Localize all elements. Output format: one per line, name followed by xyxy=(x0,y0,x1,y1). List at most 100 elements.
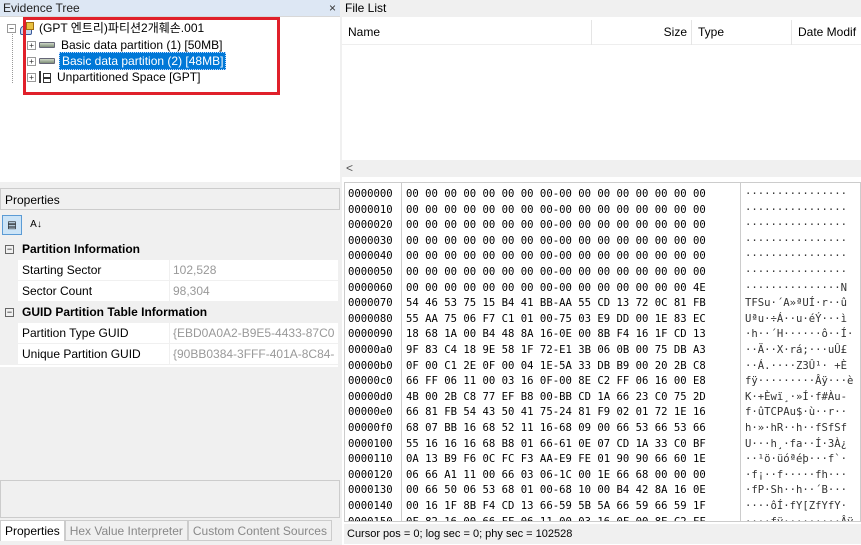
hex-ascii[interactable]: ················ xyxy=(745,234,847,250)
hex-ascii[interactable]: ··Á.····Z3Û¹· +È xyxy=(745,359,847,375)
hex-ascii[interactable]: ····fÿ·········Âÿ xyxy=(745,515,853,521)
tree-connector xyxy=(12,31,13,83)
hex-offset: 0000050 xyxy=(348,266,393,278)
properties-toolbar: ▤ A↓ xyxy=(0,212,340,238)
hex-bytes[interactable]: 9F 83 C4 18 9E 58 1F 72-E1 3B 06 0B 00 7… xyxy=(406,343,706,359)
hex-bytes[interactable]: 66 81 FB 54 43 50 41 75-24 81 F9 02 01 7… xyxy=(406,405,706,421)
evidence-tree-title: Evidence Tree xyxy=(3,1,80,15)
hex-bytes[interactable]: 00 66 50 06 53 68 01 00-68 10 00 B4 42 8… xyxy=(406,483,706,499)
hex-ascii[interactable]: ················ xyxy=(745,218,847,234)
hex-offset: 0000100 xyxy=(348,437,393,450)
evidence-tree-title-bar: Evidence Tree × xyxy=(0,0,340,17)
hex-bytes[interactable]: 00 00 00 00 00 00 00 00-00 00 00 00 00 0… xyxy=(406,249,706,265)
hex-ascii[interactable]: ················ xyxy=(745,249,847,265)
hex-bytes[interactable]: 54 46 53 75 15 B4 41 BB-AA 55 CD 13 72 0… xyxy=(406,296,706,312)
hex-row: 00000c0 66 FF 06 11 00 03 16 0F-00 8E C2 … xyxy=(345,374,860,390)
hex-offset: 00000b0 xyxy=(348,359,393,372)
hex-bytes[interactable]: 4B 00 2B C8 77 EF B8 00-BB CD 1A 66 23 C… xyxy=(406,390,706,406)
tab-properties[interactable]: Properties xyxy=(0,520,65,541)
hex-ascii[interactable]: ··Ä··X·rá;···uÛ£ xyxy=(745,343,847,359)
hex-row: 0000010 00 00 00 00 00 00 00 00-00 00 00 … xyxy=(345,203,860,219)
hex-bytes[interactable]: 0F 00 C1 2E 0F 00 04 1E-5A 33 DB B9 00 2… xyxy=(406,359,706,375)
categorized-view-icon[interactable]: ▤ xyxy=(2,215,22,235)
hex-bytes[interactable]: 00 00 00 00 00 00 00 00-00 00 00 00 00 0… xyxy=(406,234,706,250)
property-row[interactable]: Sector Count 98,304 xyxy=(0,281,338,302)
file-list-body[interactable] xyxy=(342,45,861,157)
property-value: 102,528 xyxy=(173,263,217,277)
hex-offset: 0000130 xyxy=(348,484,393,497)
red-highlight-annotation xyxy=(23,17,280,95)
hex-ascii[interactable]: ················ xyxy=(745,265,847,281)
collapse-icon[interactable]: − xyxy=(5,245,14,254)
column-header-size[interactable]: Size xyxy=(592,20,692,45)
close-icon[interactable]: × xyxy=(329,0,336,16)
hex-row: 00000a0 9F 83 C4 18 9E 58 1F 72-E1 3B 06 … xyxy=(345,343,860,359)
hex-row: 0000070 54 46 53 75 15 B4 41 BB-AA 55 CD … xyxy=(345,296,860,312)
hex-bytes[interactable]: 0A 13 B9 F6 0C FC F3 AA-E9 FE 01 90 90 6… xyxy=(406,452,706,468)
hex-offset: 0000040 xyxy=(348,250,393,263)
category-gpt-information[interactable]: − GUID Partition Table Information xyxy=(0,302,338,323)
collapse-icon[interactable]: − xyxy=(7,23,16,33)
hex-bytes[interactable]: 00 00 00 00 00 00 00 00-00 00 00 00 00 0… xyxy=(406,265,706,281)
hex-bytes[interactable]: 66 FF 06 11 00 03 16 0F-00 8E C2 FF 06 1… xyxy=(406,374,706,390)
file-list-header: Name Size Type Date Modif xyxy=(342,20,861,45)
hex-row: 0000020 00 00 00 00 00 00 00 00-00 00 00 … xyxy=(345,218,860,234)
property-grid: − Partition Information Starting Sector … xyxy=(0,239,338,367)
hex-ascii[interactable]: ····ôÍ·fY[ZfYfY· xyxy=(745,499,847,515)
scroll-left-icon[interactable]: < xyxy=(346,160,353,176)
alphabetical-sort-icon[interactable]: A↓ xyxy=(26,215,46,235)
hex-bytes[interactable]: 00 00 00 00 00 00 00 00-00 00 00 00 00 0… xyxy=(406,203,706,219)
hex-ascii[interactable]: ·f¡··f·····fh··· xyxy=(745,468,847,484)
hex-ascii[interactable]: ··¹ö·üóªéþ···f`· xyxy=(745,452,847,468)
hex-ascii[interactable]: ················ xyxy=(745,203,847,219)
hex-offset: 0000090 xyxy=(348,328,393,341)
collapse-icon[interactable]: − xyxy=(5,308,14,317)
left-pane: Evidence Tree × − (GPT 엔트리)파티션2개훼손.001 +… xyxy=(0,0,340,545)
tab-hex-value-interpreter[interactable]: Hex Value Interpreter xyxy=(64,520,188,541)
hex-row: 0000050 00 00 00 00 00 00 00 00-00 00 00 … xyxy=(345,265,860,281)
hex-ascii[interactable]: ·h··´H······ô··Í· xyxy=(745,327,853,343)
column-header-date-modified[interactable]: Date Modif xyxy=(792,20,861,45)
hex-ascii[interactable]: fÿ·········Âÿ···è xyxy=(745,374,853,390)
hex-viewer[interactable]: 0000000 00 00 00 00 00 00 00 00-00 00 00 … xyxy=(344,182,861,522)
hex-ascii[interactable]: ···············N xyxy=(745,281,847,297)
column-header-type[interactable]: Type xyxy=(692,20,792,45)
tab-custom-content-sources[interactable]: Custom Content Sources xyxy=(187,520,332,541)
hex-offset: 0000140 xyxy=(348,500,393,512)
hex-ascii[interactable]: Uªu·÷Á··u·éÝ···ì xyxy=(745,312,847,328)
hex-bytes[interactable]: 0F 82 16 00 66 FF 06 11-00 03 16 0F 00 8… xyxy=(406,515,706,521)
hex-bytes[interactable]: 06 66 A1 11 00 66 03 06-1C 00 1E 66 68 0… xyxy=(406,468,706,484)
property-row[interactable]: Partition Type GUID {EBD0A0A2-B9E5-4433-… xyxy=(0,323,338,344)
property-description-pane xyxy=(0,480,340,518)
category-label: Partition Information xyxy=(22,242,140,256)
hex-row: 0000130 00 66 50 06 53 68 01 00-68 10 00 … xyxy=(345,483,860,499)
hex-bytes[interactable]: 00 00 00 00 00 00 00 00-00 00 00 00 00 0… xyxy=(406,281,706,297)
property-row[interactable]: Starting Sector 102,528 xyxy=(0,260,338,281)
hex-offset: 0000060 xyxy=(348,281,393,294)
column-header-name[interactable]: Name xyxy=(342,20,592,45)
hex-ascii[interactable]: h·»·hR··h··fSfSf xyxy=(745,421,847,437)
hex-ascii[interactable]: TFSu·´A»ªUÍ·r··û xyxy=(745,296,847,312)
hex-bytes[interactable]: 68 07 BB 16 68 52 11 16-68 09 00 66 53 6… xyxy=(406,421,706,437)
hex-ascii[interactable]: f·ûTCPAu$·ù··r·· xyxy=(745,405,847,421)
hex-offset: 0000120 xyxy=(348,468,393,481)
hex-bytes[interactable]: 55 16 16 16 68 B8 01 66-61 0E 07 CD 1A 3… xyxy=(406,437,706,453)
horizontal-scrollbar[interactable]: < xyxy=(342,160,861,177)
hex-ascii[interactable]: ················ xyxy=(745,187,847,203)
hex-ascii[interactable]: U···h¸·fa··Í·3À¿ xyxy=(745,437,847,453)
row-gutter xyxy=(0,344,18,364)
hex-bytes[interactable]: 00 00 00 00 00 00 00 00-00 00 00 00 00 0… xyxy=(406,187,706,203)
property-row[interactable]: Unique Partition GUID {90BB0384-3FFF-401… xyxy=(0,344,338,365)
hex-bytes[interactable]: 18 68 1A 00 B4 48 8A 16-0E 00 8B F4 16 1… xyxy=(406,327,706,343)
hex-bytes[interactable]: 55 AA 75 06 F7 C1 01 00-75 03 E9 DD 00 1… xyxy=(406,312,706,328)
hex-bytes[interactable]: 00 00 00 00 00 00 00 00-00 00 00 00 00 0… xyxy=(406,218,706,234)
property-value: 98,304 xyxy=(173,284,210,298)
status-bar: Cursor pos = 0; log sec = 0; phy sec = 1… xyxy=(344,524,861,544)
category-partition-information[interactable]: − Partition Information xyxy=(0,239,338,260)
hex-row: 0000150 0F 82 16 00 66 FF 06 11-00 03 16 … xyxy=(345,515,860,521)
hex-bytes[interactable]: 00 16 1F 8B F4 CD 13 66-59 5B 5A 66 59 6… xyxy=(406,499,706,515)
hex-ascii[interactable]: K·+Èwï¸·»Í·f#Àu- xyxy=(745,390,847,406)
hex-row: 0000100 55 16 16 16 68 B8 01 66-61 0E 07 … xyxy=(345,437,860,453)
hex-offset: 0000070 xyxy=(348,297,393,310)
hex-ascii[interactable]: ·fP·Sh··h··´B··· xyxy=(745,483,847,499)
